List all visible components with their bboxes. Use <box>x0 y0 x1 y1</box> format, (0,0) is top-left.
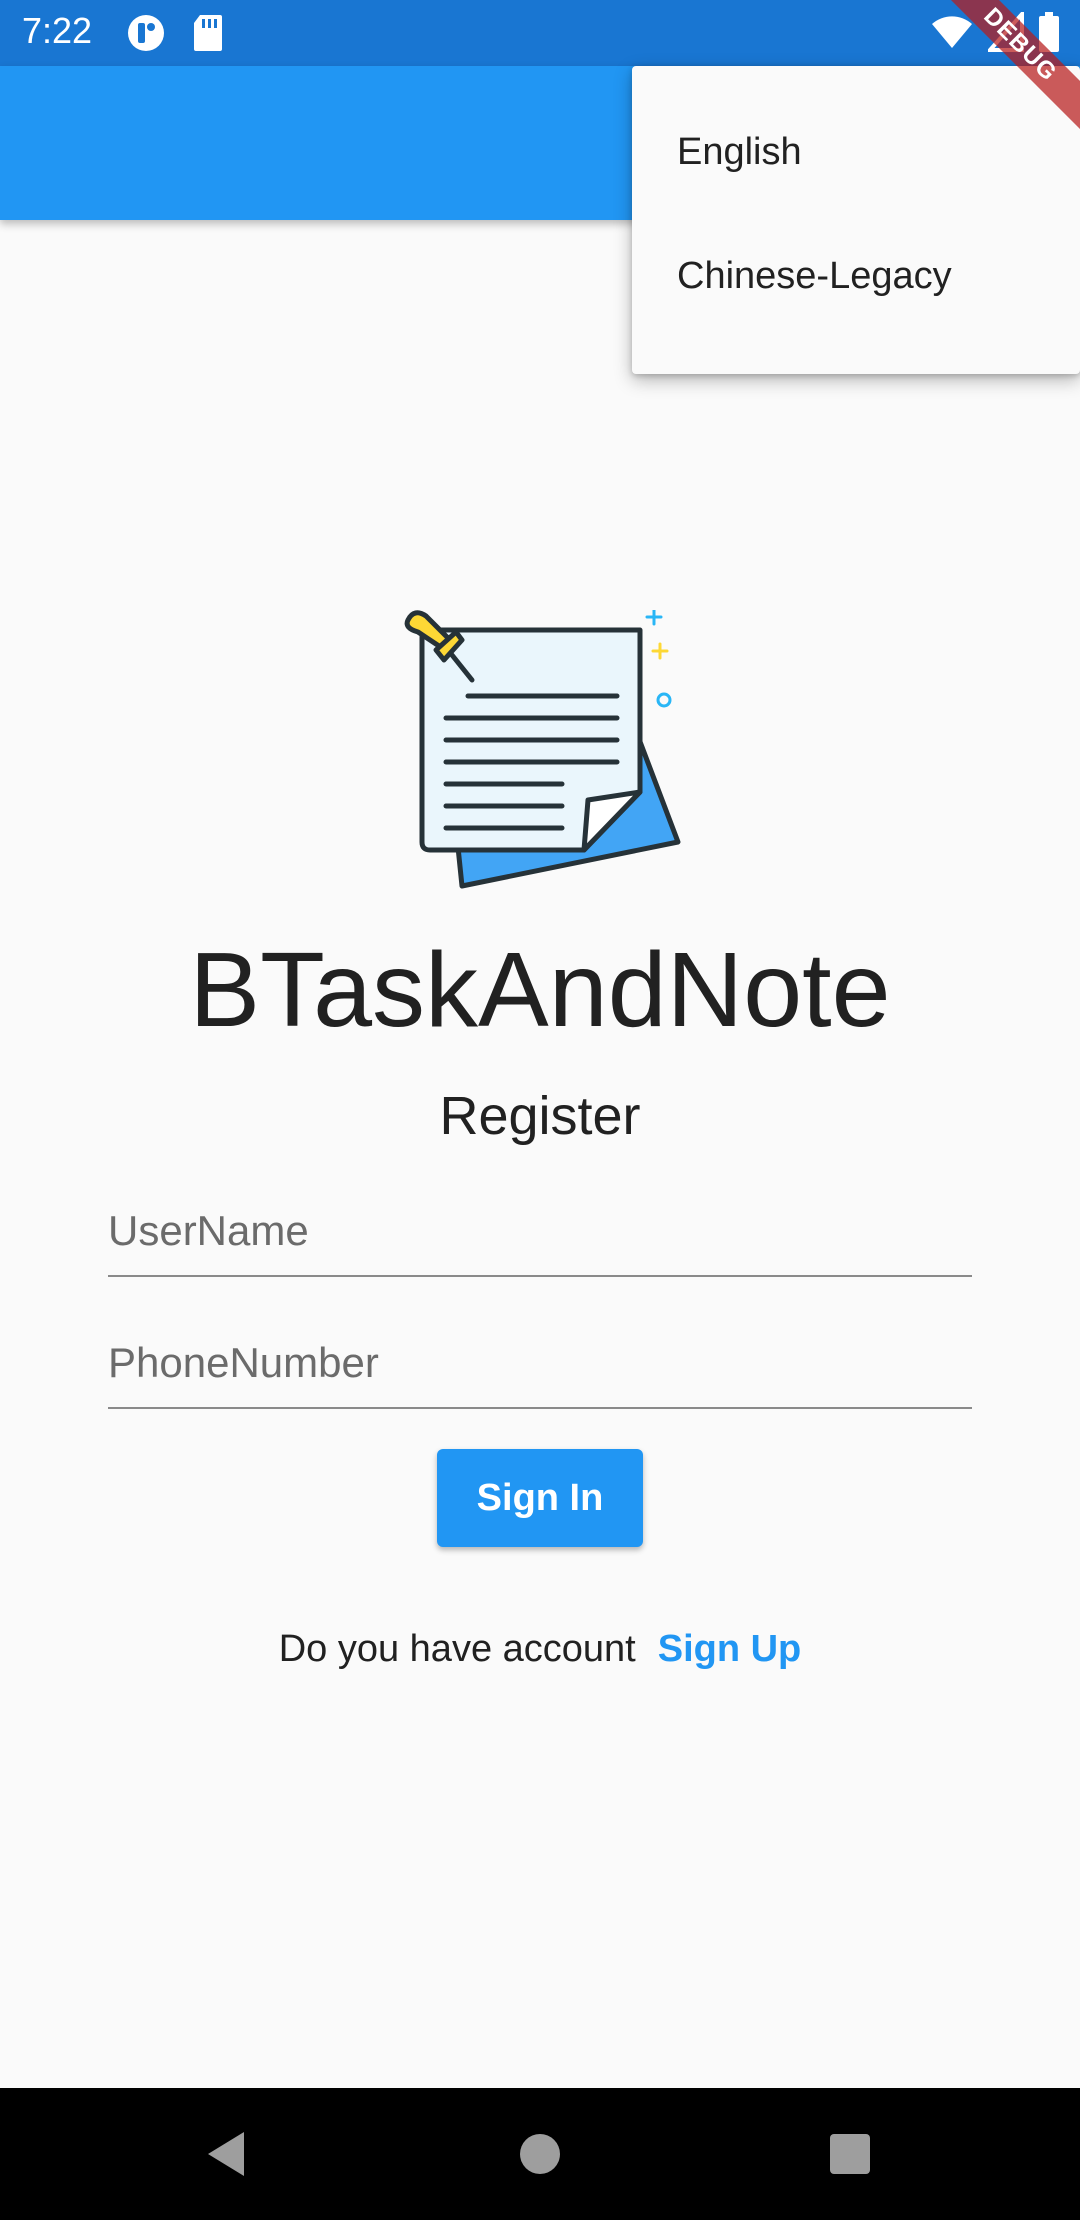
page-subtitle: Register <box>439 1086 641 1146</box>
phone-field-container <box>108 1319 972 1409</box>
account-prompt-text: Do you have account <box>278 1628 636 1670</box>
notes-logo-icon <box>400 608 685 890</box>
recents-icon[interactable] <box>790 2088 910 2220</box>
menu-item-chinese-legacy[interactable]: Chinese-Legacy <box>632 210 1080 342</box>
menu-item-english[interactable]: English <box>632 86 1080 218</box>
status-time: 7:22 <box>22 10 93 51</box>
wifi-icon <box>930 12 974 57</box>
back-icon[interactable] <box>166 2088 286 2220</box>
username-field-container <box>108 1187 972 1277</box>
sign-up-link[interactable]: Sign Up <box>658 1628 802 1671</box>
status-bar: 7:22 <box>0 0 1080 66</box>
app-title: BTaskAndNote <box>189 931 891 1049</box>
app-notification-icon <box>126 13 166 58</box>
sign-in-button[interactable]: Sign In <box>437 1449 643 1547</box>
sd-card-icon <box>192 13 224 58</box>
home-icon[interactable] <box>480 2088 600 2220</box>
username-input[interactable] <box>108 1187 972 1275</box>
phone-number-input[interactable] <box>108 1319 972 1407</box>
language-menu: English Chinese-Legacy <box>632 66 1080 374</box>
system-nav-bar <box>0 2088 1080 2220</box>
account-prompt-row: Do you have account Sign Up <box>0 1628 1080 1671</box>
